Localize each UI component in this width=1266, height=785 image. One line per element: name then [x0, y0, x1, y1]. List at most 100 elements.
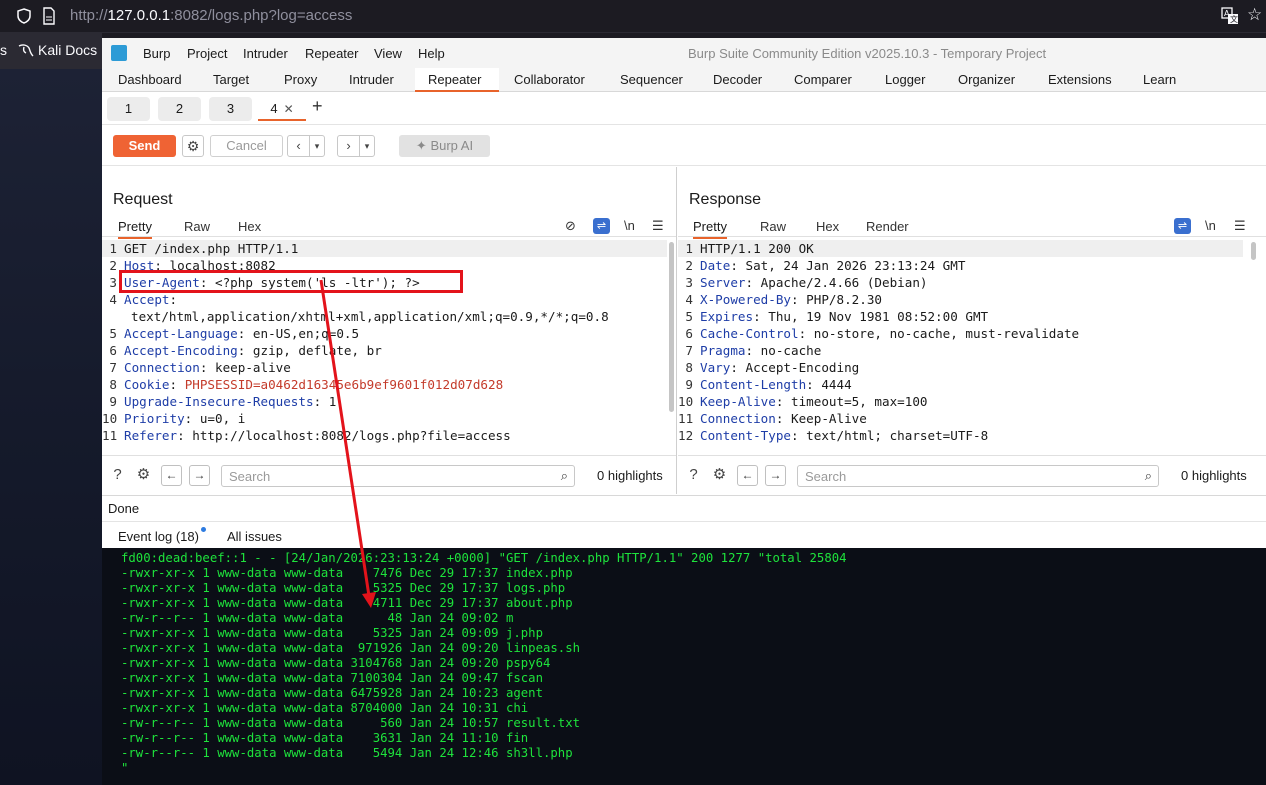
tab-logger[interactable]: Logger: [885, 72, 925, 87]
cancel-button[interactable]: Cancel: [210, 135, 283, 157]
terminal-line: -rwxr-xr-x 1 www-data www-data 5325 Jan …: [121, 626, 543, 640]
code-line: 7 Connection: keep-alive: [102, 359, 290, 376]
tab-organizer[interactable]: Organizer: [958, 72, 1015, 87]
header-name: Cache-Control: [700, 326, 799, 341]
chevron-down-icon[interactable]: ▾: [310, 136, 324, 156]
menu-view[interactable]: View: [374, 46, 402, 61]
tab-extensions[interactable]: Extensions: [1048, 72, 1112, 87]
tab-hex[interactable]: Hex: [816, 219, 839, 234]
menu-icon[interactable]: ☰: [652, 218, 664, 234]
header-value: [177, 377, 185, 392]
search-icon: ⌕: [1144, 468, 1152, 483]
subtab-1[interactable]: 1: [107, 97, 150, 121]
header-name: Pragma: [700, 343, 746, 358]
chevron-right-icon[interactable]: ›: [338, 136, 360, 156]
burp-ai-button[interactable]: ✦ Burp AI: [399, 135, 490, 157]
tab-raw[interactable]: Raw: [184, 219, 210, 234]
bookmark-partial[interactable]: s: [0, 42, 7, 58]
eye-off-icon[interactable]: ⊘: [565, 218, 576, 234]
header-colon: :: [730, 360, 738, 375]
menu-project[interactable]: Project: [187, 46, 227, 61]
shield-icon[interactable]: [16, 8, 32, 24]
chevron-down-icon[interactable]: ▾: [360, 136, 374, 156]
code-line: 4 Accept:: [102, 291, 177, 308]
search-input[interactable]: Search ⌕: [221, 465, 575, 487]
code-line: 3 Server: Apache/2.4.66 (Debian): [678, 274, 927, 291]
arrow-right-icon[interactable]: →: [765, 465, 786, 486]
repeater-toolbar: Send ⚙ Cancel ‹ ▾ › ▾ ✦ Burp AI: [102, 126, 1266, 166]
subtab-3[interactable]: 3: [209, 97, 252, 121]
response-editor[interactable]: 1 HTTP/1.1 200 OK 2 Date: Sat, 24 Jan 2026 …: [678, 240, 1266, 445]
window-title: Burp Suite Community Edition v2025.10.3 …: [688, 46, 1047, 61]
wrap-icon[interactable]: ⇌: [593, 218, 610, 234]
terminal-line: -rwxr-xr-x 1 www-data www-data 7100304 J…: [121, 671, 543, 685]
menu-intruder[interactable]: Intruder: [243, 46, 288, 61]
arrow-right-icon[interactable]: →: [189, 465, 210, 486]
header-colon: :: [791, 292, 799, 307]
tab-learn[interactable]: Learn: [1143, 72, 1176, 87]
tab-proxy[interactable]: Proxy: [284, 72, 317, 87]
subtab-4[interactable]: 4 ✕: [258, 97, 306, 121]
all-issues-tab[interactable]: All issues: [227, 529, 282, 544]
translate-icon[interactable]: A文: [1221, 7, 1239, 25]
gear-icon[interactable]: ⚙: [134, 465, 153, 484]
bookmark-kali-docs[interactable]: Kali Docs: [38, 42, 97, 58]
header-name: Connection: [700, 411, 776, 426]
header-colon: :: [169, 292, 178, 307]
menu-help[interactable]: Help: [418, 46, 445, 61]
subtab-4-label: 4: [270, 101, 278, 116]
event-log-tab[interactable]: Event log (18): [118, 529, 199, 544]
subtab-2[interactable]: 2: [158, 97, 201, 121]
tab-render[interactable]: Render: [866, 219, 909, 234]
code-line: 6 Accept-Encoding: gzip, deflate, br: [102, 342, 381, 359]
cookie-value: =a0462d16345e6b9ef9601f012d07d628: [252, 377, 504, 392]
chevron-left-icon[interactable]: ‹: [288, 136, 310, 156]
gear-icon[interactable]: ⚙: [710, 465, 729, 484]
arrow-left-icon[interactable]: ←: [161, 465, 182, 486]
add-tab-icon[interactable]: +: [312, 96, 323, 117]
request-scrollbar[interactable]: [668, 240, 675, 445]
send-button[interactable]: Send: [113, 135, 176, 157]
tab-target[interactable]: Target: [213, 72, 249, 87]
tab-pretty[interactable]: Pretty: [118, 219, 152, 239]
close-icon[interactable]: ✕: [284, 102, 294, 116]
tab-repeater[interactable]: Repeater: [428, 72, 481, 87]
url-path: :8082/logs.php?log=access: [170, 7, 353, 24]
tab-sequencer[interactable]: Sequencer: [620, 72, 683, 87]
request-view-tabs: Pretty Raw Hex ⊘ ⇌ \n ☰: [102, 217, 676, 239]
header-name: Expires: [700, 309, 754, 324]
status-bar: Done: [102, 495, 1266, 520]
scrollbar-thumb[interactable]: [1251, 242, 1256, 260]
tab-decoder[interactable]: Decoder: [713, 72, 762, 87]
tab-raw[interactable]: Raw: [760, 219, 786, 234]
newline-icon[interactable]: \n: [1205, 218, 1216, 233]
tab-collaborator[interactable]: Collaborator: [514, 72, 585, 87]
search-placeholder: Search: [229, 469, 271, 484]
star-icon[interactable]: ☆: [1247, 6, 1265, 24]
line-number: 9: [685, 377, 693, 392]
menu-burp[interactable]: Burp: [143, 46, 170, 61]
menu-repeater[interactable]: Repeater: [305, 46, 358, 61]
tab-intruder[interactable]: Intruder: [349, 72, 394, 87]
tab-dashboard[interactable]: Dashboard: [118, 72, 182, 87]
menu-icon[interactable]: ☰: [1234, 218, 1246, 234]
response-scrollbar[interactable]: [1250, 240, 1257, 445]
tab-comparer[interactable]: Comparer: [794, 72, 852, 87]
tab-pretty[interactable]: Pretty: [693, 219, 727, 239]
notification-dot: [201, 527, 206, 532]
header-name: Date: [700, 258, 731, 273]
newline-icon[interactable]: \n: [624, 218, 635, 233]
terminal-output: fd00:dead:beef::1 - - [24/Jan/2026:23:13…: [102, 548, 1266, 785]
gear-icon[interactable]: ⚙: [182, 135, 204, 157]
search-input[interactable]: Search ⌕: [797, 465, 1159, 487]
tab-hex[interactable]: Hex: [238, 219, 261, 234]
code-line: 10 Priority: u=0, i: [102, 410, 245, 427]
url-bar[interactable]: http://127.0.0.1:8082/logs.php?log=acces…: [70, 7, 352, 24]
help-icon[interactable]: ?: [108, 465, 127, 484]
arrow-left-icon[interactable]: ←: [737, 465, 758, 486]
wrap-icon[interactable]: ⇌: [1174, 218, 1191, 234]
help-icon[interactable]: ?: [684, 465, 703, 484]
header-name: Content-Length: [700, 377, 807, 392]
scrollbar-thumb[interactable]: [669, 242, 674, 412]
header-name: Vary: [700, 360, 731, 375]
